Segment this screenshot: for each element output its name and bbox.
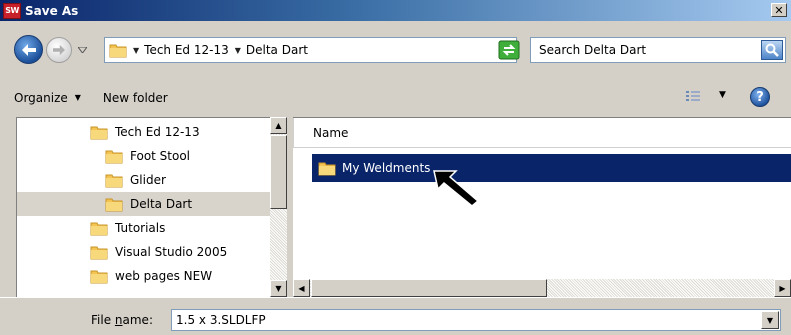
change-view-button[interactable] bbox=[685, 90, 701, 104]
close-icon: ✕ bbox=[774, 3, 784, 17]
forward-arrow-icon bbox=[53, 44, 65, 56]
folder-icon bbox=[105, 150, 123, 164]
navigation-pane: Tech Ed 12-13 Foot Stool Glider Delta Dart T… bbox=[16, 117, 287, 297]
chevron-down-icon bbox=[77, 47, 87, 53]
search-input[interactable] bbox=[531, 43, 751, 57]
refresh-button[interactable] bbox=[498, 40, 520, 60]
nav-tree-item[interactable]: Glider bbox=[17, 168, 166, 192]
breadcrumb-arrow[interactable]: ▼ bbox=[235, 46, 241, 55]
nav-tree-item-label: web pages NEW bbox=[115, 269, 213, 283]
column-divider bbox=[293, 118, 294, 148]
solidworks-app-icon: SW bbox=[3, 2, 21, 19]
folder-icon bbox=[90, 126, 108, 140]
scroll-right-button[interactable]: ▶ bbox=[774, 279, 791, 297]
scroll-thumb[interactable] bbox=[311, 279, 547, 297]
file-name-dropdown-button[interactable]: ▼ bbox=[761, 311, 779, 329]
close-button[interactable]: ✕ bbox=[771, 3, 787, 17]
folder-icon bbox=[318, 162, 336, 176]
navigation-pane-scrollbar[interactable]: ▲ ▼ bbox=[270, 117, 287, 297]
breadcrumb-tech-ed[interactable]: Tech Ed 12-13 bbox=[144, 43, 229, 57]
file-name-label: File name: bbox=[91, 313, 153, 327]
help-icon: ? bbox=[756, 89, 764, 105]
file-name-label-part: ame: bbox=[122, 313, 153, 327]
organize-label: Organize bbox=[14, 90, 68, 105]
folder-icon bbox=[109, 44, 127, 58]
folder-icon bbox=[90, 222, 108, 236]
list-item[interactable]: My Weldments bbox=[312, 154, 791, 182]
forward-button[interactable] bbox=[46, 37, 72, 63]
refresh-icon bbox=[498, 40, 520, 60]
nav-tree-item-label: Foot Stool bbox=[130, 149, 191, 163]
save-as-dialog: SW Save As ✕ ▼ Tech Ed 12-13 ▼ Delta Dar… bbox=[0, 0, 791, 335]
nav-tree-item-label: Delta Dart bbox=[130, 197, 193, 211]
search-button[interactable] bbox=[761, 40, 783, 60]
scroll-thumb[interactable] bbox=[270, 135, 287, 209]
back-arrow-icon bbox=[21, 43, 36, 56]
file-name-label-accelerator: n bbox=[114, 313, 123, 327]
nav-tree-item[interactable]: Tutorials bbox=[17, 216, 165, 240]
folder-icon bbox=[105, 174, 123, 188]
title-bar: SW Save As ✕ bbox=[0, 0, 791, 21]
chevron-down-icon: ▼ bbox=[74, 93, 81, 102]
file-list-scrollbar[interactable]: ◀ ▶ bbox=[293, 279, 791, 297]
new-folder-label: New folder bbox=[102, 90, 168, 105]
file-name-combobox: ▼ bbox=[171, 309, 781, 331]
organize-button[interactable]: Organize ▼ bbox=[14, 91, 81, 105]
nav-tree-item[interactable]: Tech Ed 12-13 bbox=[17, 120, 200, 144]
mouse-pointer-icon bbox=[433, 170, 480, 207]
scroll-left-button[interactable]: ◀ bbox=[293, 279, 310, 297]
file-list-pane: Name My Weldments bbox=[293, 117, 791, 297]
search-icon bbox=[765, 43, 779, 57]
file-name-label-part: File bbox=[91, 313, 115, 327]
search-box bbox=[530, 37, 786, 63]
folder-icon bbox=[90, 246, 108, 260]
nav-tree-item[interactable]: Foot Stool bbox=[17, 144, 190, 168]
view-options-dropdown[interactable]: ▼ bbox=[719, 90, 726, 100]
file-name-input[interactable] bbox=[172, 313, 742, 327]
file-name-row: File name: ▼ bbox=[0, 297, 791, 335]
help-button[interactable]: ? bbox=[750, 87, 770, 107]
recent-locations-dropdown[interactable] bbox=[73, 40, 91, 60]
nav-tree-item[interactable]: web pages NEW bbox=[17, 264, 212, 288]
details-view-icon bbox=[686, 91, 700, 101]
breadcrumb-delta-dart[interactable]: Delta Dart bbox=[246, 43, 308, 57]
window-title: Save As bbox=[25, 3, 79, 18]
back-button[interactable] bbox=[14, 35, 43, 64]
command-bar: Organize ▼ New folder ▼ ? bbox=[0, 79, 791, 116]
breadcrumb-arrow[interactable]: ▼ bbox=[133, 46, 139, 55]
nav-tree-item[interactable]: Visual Studio 2005 bbox=[17, 240, 227, 264]
address-bar[interactable]: ▼ Tech Ed 12-13 ▼ Delta Dart ▼ bbox=[104, 37, 517, 63]
new-folder-button[interactable]: New folder bbox=[103, 91, 168, 105]
scroll-up-button[interactable]: ▲ bbox=[270, 117, 287, 134]
folder-icon bbox=[105, 198, 123, 212]
nav-tree-item-label: Tech Ed 12-13 bbox=[115, 125, 200, 139]
nav-tree-item[interactable]: Delta Dart bbox=[17, 192, 271, 216]
nav-tree-item-label: Tutorials bbox=[115, 221, 166, 235]
name-column-header[interactable]: Name bbox=[293, 118, 791, 148]
navigation-bar: ▼ Tech Ed 12-13 ▼ Delta Dart ▼ bbox=[0, 21, 791, 79]
column-name-label: Name bbox=[313, 125, 349, 140]
list-item-label: My Weldments bbox=[342, 161, 431, 175]
nav-tree-item-label: Glider bbox=[130, 173, 166, 187]
nav-tree-item-label: Visual Studio 2005 bbox=[115, 245, 228, 259]
folder-icon bbox=[90, 270, 108, 284]
scroll-down-button[interactable]: ▼ bbox=[270, 280, 287, 297]
